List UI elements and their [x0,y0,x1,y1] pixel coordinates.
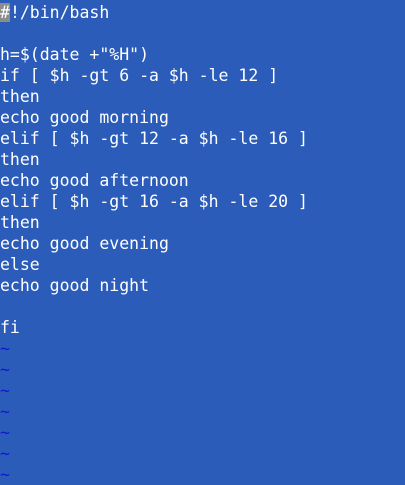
empty-line-tilde: ~ [0,465,10,484]
code-line: fi [0,318,20,337]
code-line: echo good morning [0,108,169,127]
code-line: elif [ $h -gt 12 -a $h -le 16 ] [0,129,308,148]
empty-line-tilde: ~ [0,360,10,379]
code-line: if [ $h -gt 6 -a $h -le 12 ] [0,66,279,85]
empty-line-tilde: ~ [0,402,10,421]
empty-line-tilde: ~ [0,444,10,463]
empty-line-tilde: ~ [0,423,10,442]
code-line: then [0,150,40,169]
code-line: else [0,255,40,274]
code-line: then [0,87,40,106]
code-line: #!/bin/bash [0,3,110,22]
text-cursor: # [0,3,10,22]
code-line: then [0,213,40,232]
code-line: echo good night [0,276,150,295]
code-line: h=$(date +"%H") [0,45,150,64]
code-line: echo good evening [0,234,169,253]
vim-editor[interactable]: #!/bin/bash h=$(date +"%H") if [ $h -gt 6… [0,0,405,485]
code-line: echo good afternoon [0,171,189,190]
empty-line-tilde: ~ [0,339,10,358]
code-line: elif [ $h -gt 16 -a $h -le 20 ] [0,192,308,211]
empty-line-tilde: ~ [0,381,10,400]
